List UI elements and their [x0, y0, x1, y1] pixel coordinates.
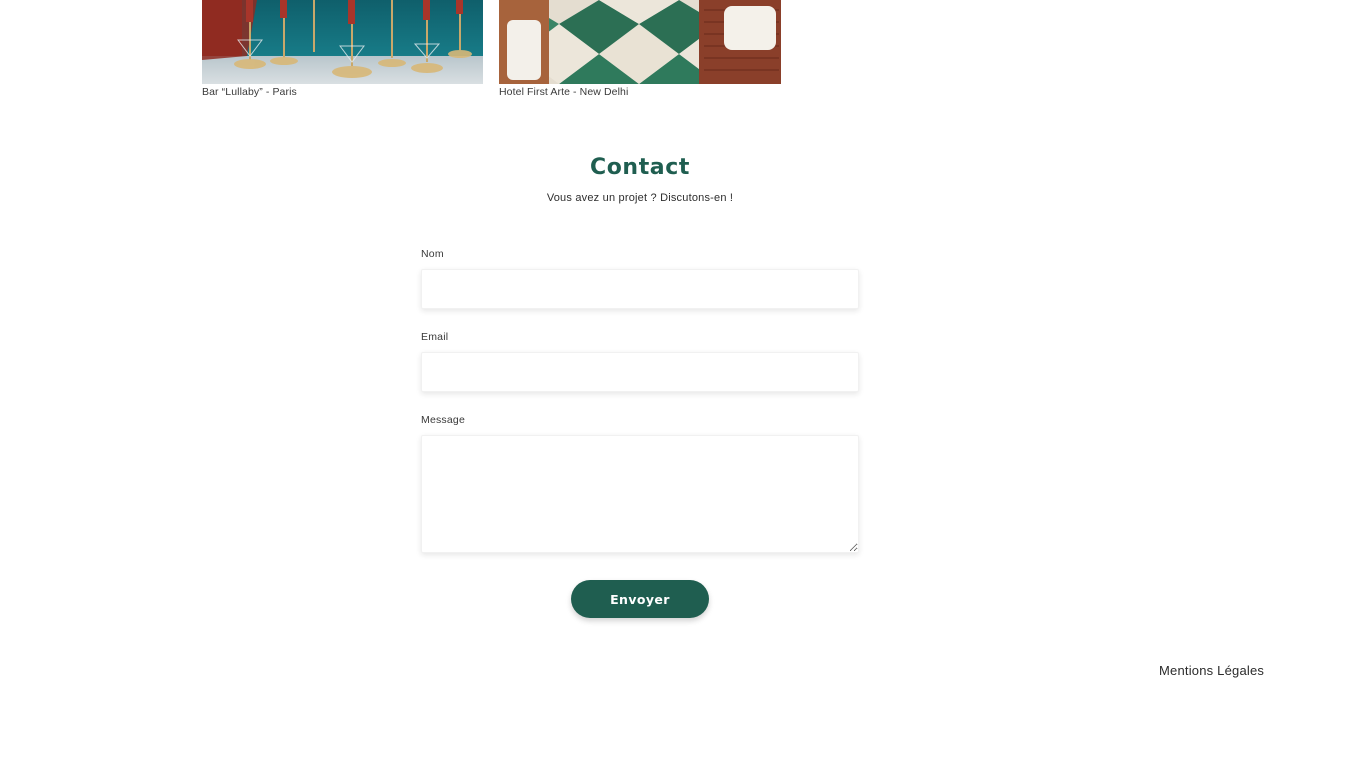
legal-notice-link[interactable]: Mentions Légales — [1159, 663, 1264, 678]
name-label: Nom — [421, 248, 444, 260]
gallery-caption: Bar “Lullaby” - Paris — [202, 86, 297, 98]
hotel-first-arte-image — [499, 0, 781, 84]
message-textarea[interactable] — [421, 435, 859, 553]
gallery-item-bar-lullaby[interactable]: Bar “Lullaby” - Paris — [202, 0, 483, 99]
contact-title: Contact — [589, 155, 691, 180]
contact-subtitle: Vous avez un projet ? Discutons-en ! — [546, 192, 734, 204]
message-field-group: Message — [421, 413, 859, 553]
name-input[interactable] — [421, 269, 859, 309]
message-label: Message — [421, 414, 466, 426]
bar-lullaby-image — [202, 0, 483, 84]
gallery-caption: Hotel First Arte - New Delhi — [499, 86, 629, 98]
name-field-group: Nom — [421, 247, 859, 309]
gallery-item-hotel-first-arte[interactable]: Hotel First Arte - New Delhi — [499, 0, 781, 99]
email-field-group: Email — [421, 330, 859, 392]
page: Bar “Lullaby” - Paris Hotel First Arte -… — [0, 0, 1366, 768]
send-button[interactable]: Envoyer — [571, 580, 709, 618]
email-label: Email — [421, 331, 449, 343]
email-input[interactable] — [421, 352, 859, 392]
